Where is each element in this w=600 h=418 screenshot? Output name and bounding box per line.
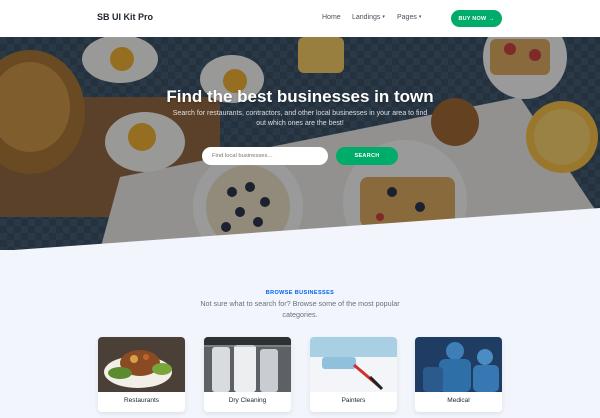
nav-pages-label: Pages: [397, 14, 417, 21]
brand-logo[interactable]: SB UI Kit Pro: [97, 12, 153, 22]
buy-now-button[interactable]: BUY NOW →: [451, 10, 502, 27]
category-label: Restaurants: [123, 397, 160, 404]
browse-description: Not sure what to search for? Browse some…: [200, 299, 400, 319]
nav-landings-label: Landings: [352, 14, 381, 21]
category-label: Dry Cleaning: [228, 397, 267, 404]
nav-home-label: Home: [322, 14, 341, 21]
nav-landings-dropdown[interactable]: Landings ▾: [352, 14, 385, 21]
dry-cleaning-image: [204, 337, 291, 392]
section-divider: [0, 208, 600, 251]
hero-subtitle: Search for restaurants, contractors, and…: [172, 110, 428, 127]
business-search-input[interactable]: [202, 147, 328, 165]
medical-image: [415, 337, 502, 392]
restaurants-image: [98, 337, 185, 392]
search-button[interactable]: SEARCH: [336, 147, 398, 165]
hero-title: Find the best businesses in town: [166, 87, 434, 106]
caret-down-icon: ▾: [382, 14, 385, 20]
category-card-medical[interactable]: Medical: [415, 337, 502, 412]
painters-image: [310, 337, 397, 392]
category-label: Painters: [341, 397, 366, 404]
browse-eyebrow: BROWSE BUSINESSES: [265, 290, 335, 296]
category-card-painters[interactable]: Painters: [310, 337, 397, 412]
navbar: SB UI Kit Pro Home Landings ▾ Pages ▾ BUY …: [0, 0, 600, 37]
caret-down-icon: ▾: [418, 14, 422, 20]
nav-pages-dropdown[interactable]: Pages ▾: [397, 14, 421, 21]
category-card-restaurants[interactable]: Restaurants: [98, 337, 185, 412]
category-label: Medical: [447, 397, 470, 404]
category-card-dry-cleaning[interactable]: Dry Cleaning: [204, 337, 291, 412]
nav-home-link[interactable]: Home: [322, 14, 341, 21]
arrow-right-icon: →: [488, 15, 495, 22]
buy-now-label: BUY NOW: [458, 15, 487, 22]
